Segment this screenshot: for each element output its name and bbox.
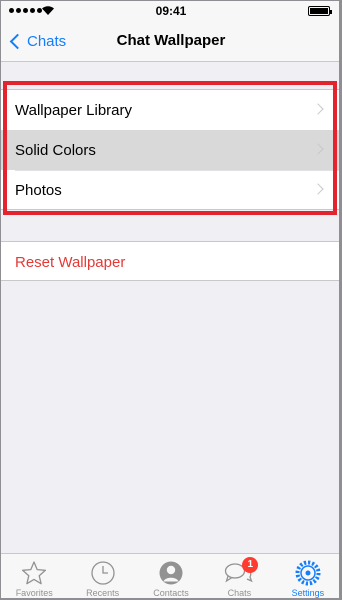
tab-label: Favorites xyxy=(15,588,53,598)
tab-label: Recents xyxy=(86,588,120,598)
gear-icon xyxy=(295,560,321,586)
status-time: 09:41 xyxy=(155,4,187,18)
photos-row[interactable]: Photos xyxy=(0,170,342,210)
tab-settings[interactable]: Settings xyxy=(274,554,342,600)
battery-icon xyxy=(308,6,332,16)
tab-contacts[interactable]: Contacts xyxy=(137,554,205,600)
unread-badge: 1 xyxy=(242,557,259,573)
wallpaper-library-row[interactable]: Wallpaper Library xyxy=(0,90,342,130)
clock-icon xyxy=(90,561,115,585)
row-label: Solid Colors xyxy=(15,141,96,159)
row-label: Photos xyxy=(15,181,62,199)
reset-wallpaper-button[interactable]: Reset Wallpaper xyxy=(0,242,342,282)
page-title: Chat Wallpaper xyxy=(116,32,226,49)
wallpaper-options-list: Wallpaper Library Solid Colors Photos xyxy=(0,89,342,210)
chevron-right-icon xyxy=(312,103,324,115)
tab-label: Chats xyxy=(227,588,252,598)
person-icon xyxy=(159,561,183,585)
tab-favorites[interactable]: Favorites xyxy=(0,554,68,600)
tab-chats[interactable]: 1 Chats xyxy=(205,554,273,600)
chevron-right-icon xyxy=(312,183,324,195)
tab-bar: Favorites Recents Contacts 1 Chats Setti… xyxy=(0,553,342,600)
row-label: Wallpaper Library xyxy=(15,101,132,119)
tab-recents[interactable]: Recents xyxy=(68,554,136,600)
navigation-bar: Chats Chat Wallpaper xyxy=(0,20,342,62)
tab-label: Contacts xyxy=(153,588,189,598)
chevron-right-icon xyxy=(312,143,324,155)
reset-wallpaper-label: Reset Wallpaper xyxy=(15,253,126,271)
star-icon xyxy=(22,561,47,585)
tab-label: Settings xyxy=(291,588,325,598)
solid-colors-row[interactable]: Solid Colors xyxy=(0,130,342,170)
reset-group: Reset Wallpaper xyxy=(0,241,342,281)
status-bar: 09:41 xyxy=(0,0,342,20)
